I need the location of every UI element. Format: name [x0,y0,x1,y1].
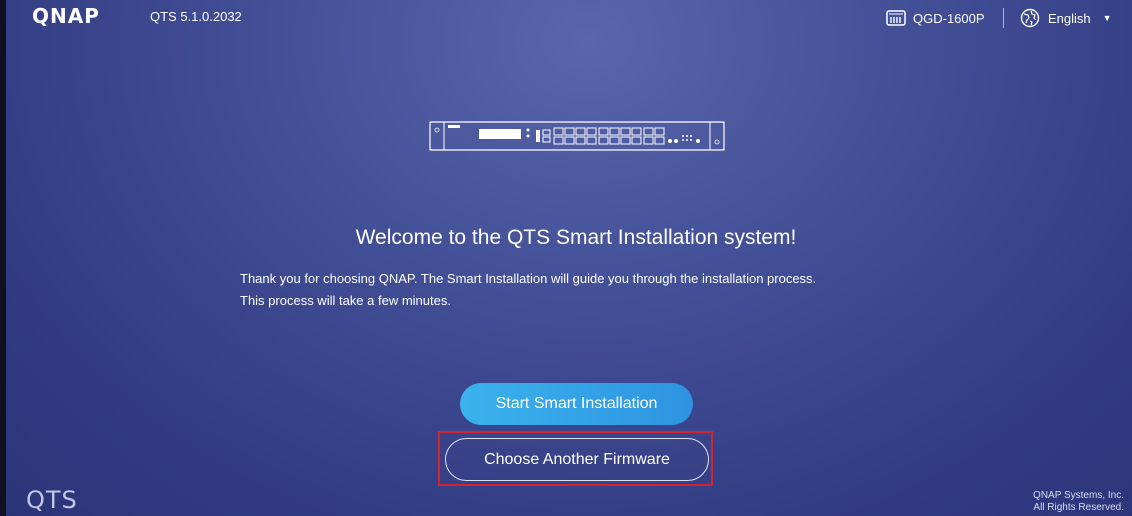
top-bar: QNAP QTS 5.1.0.2032 QGD-1600P English ▼ [0,0,1132,36]
copyright-line-1: QNAP Systems, Inc. [1033,490,1124,501]
caret-down-icon: ▼ [1102,13,1112,23]
nas-device-icon [886,10,906,26]
window-edge [0,0,6,516]
globe-icon [1020,8,1040,28]
qts-brand-mark: QTS [26,486,78,514]
header-divider [1003,8,1004,28]
logo-text: QNAP [32,4,100,28]
copyright-notice: QNAP Systems, Inc. All Rights Reserved. [1033,490,1124,514]
language-label: English [1048,10,1091,26]
description-line-2: This process will take a few minutes. [240,293,451,308]
device-model-indicator: QGD-1600P [886,8,985,28]
device-model-label: QGD-1600P [913,10,985,26]
qnap-logo: QNAP [32,4,138,28]
description-text: Thank you for choosing QNAP. The Smart I… [240,268,816,312]
description-line-1: Thank you for choosing QNAP. The Smart I… [240,271,817,286]
language-selector[interactable]: English ▼ [1020,8,1112,28]
choose-another-firmware-button[interactable]: Choose Another Firmware [445,438,709,481]
copyright-line-2: All Rights Reserved. [1033,502,1124,513]
nas-device-illustration [429,121,725,151]
welcome-heading: Welcome to the QTS Smart Installation sy… [355,226,797,249]
start-smart-installation-button[interactable]: Start Smart Installation [460,383,693,425]
firmware-version: QTS 5.1.0.2032 [150,9,242,24]
